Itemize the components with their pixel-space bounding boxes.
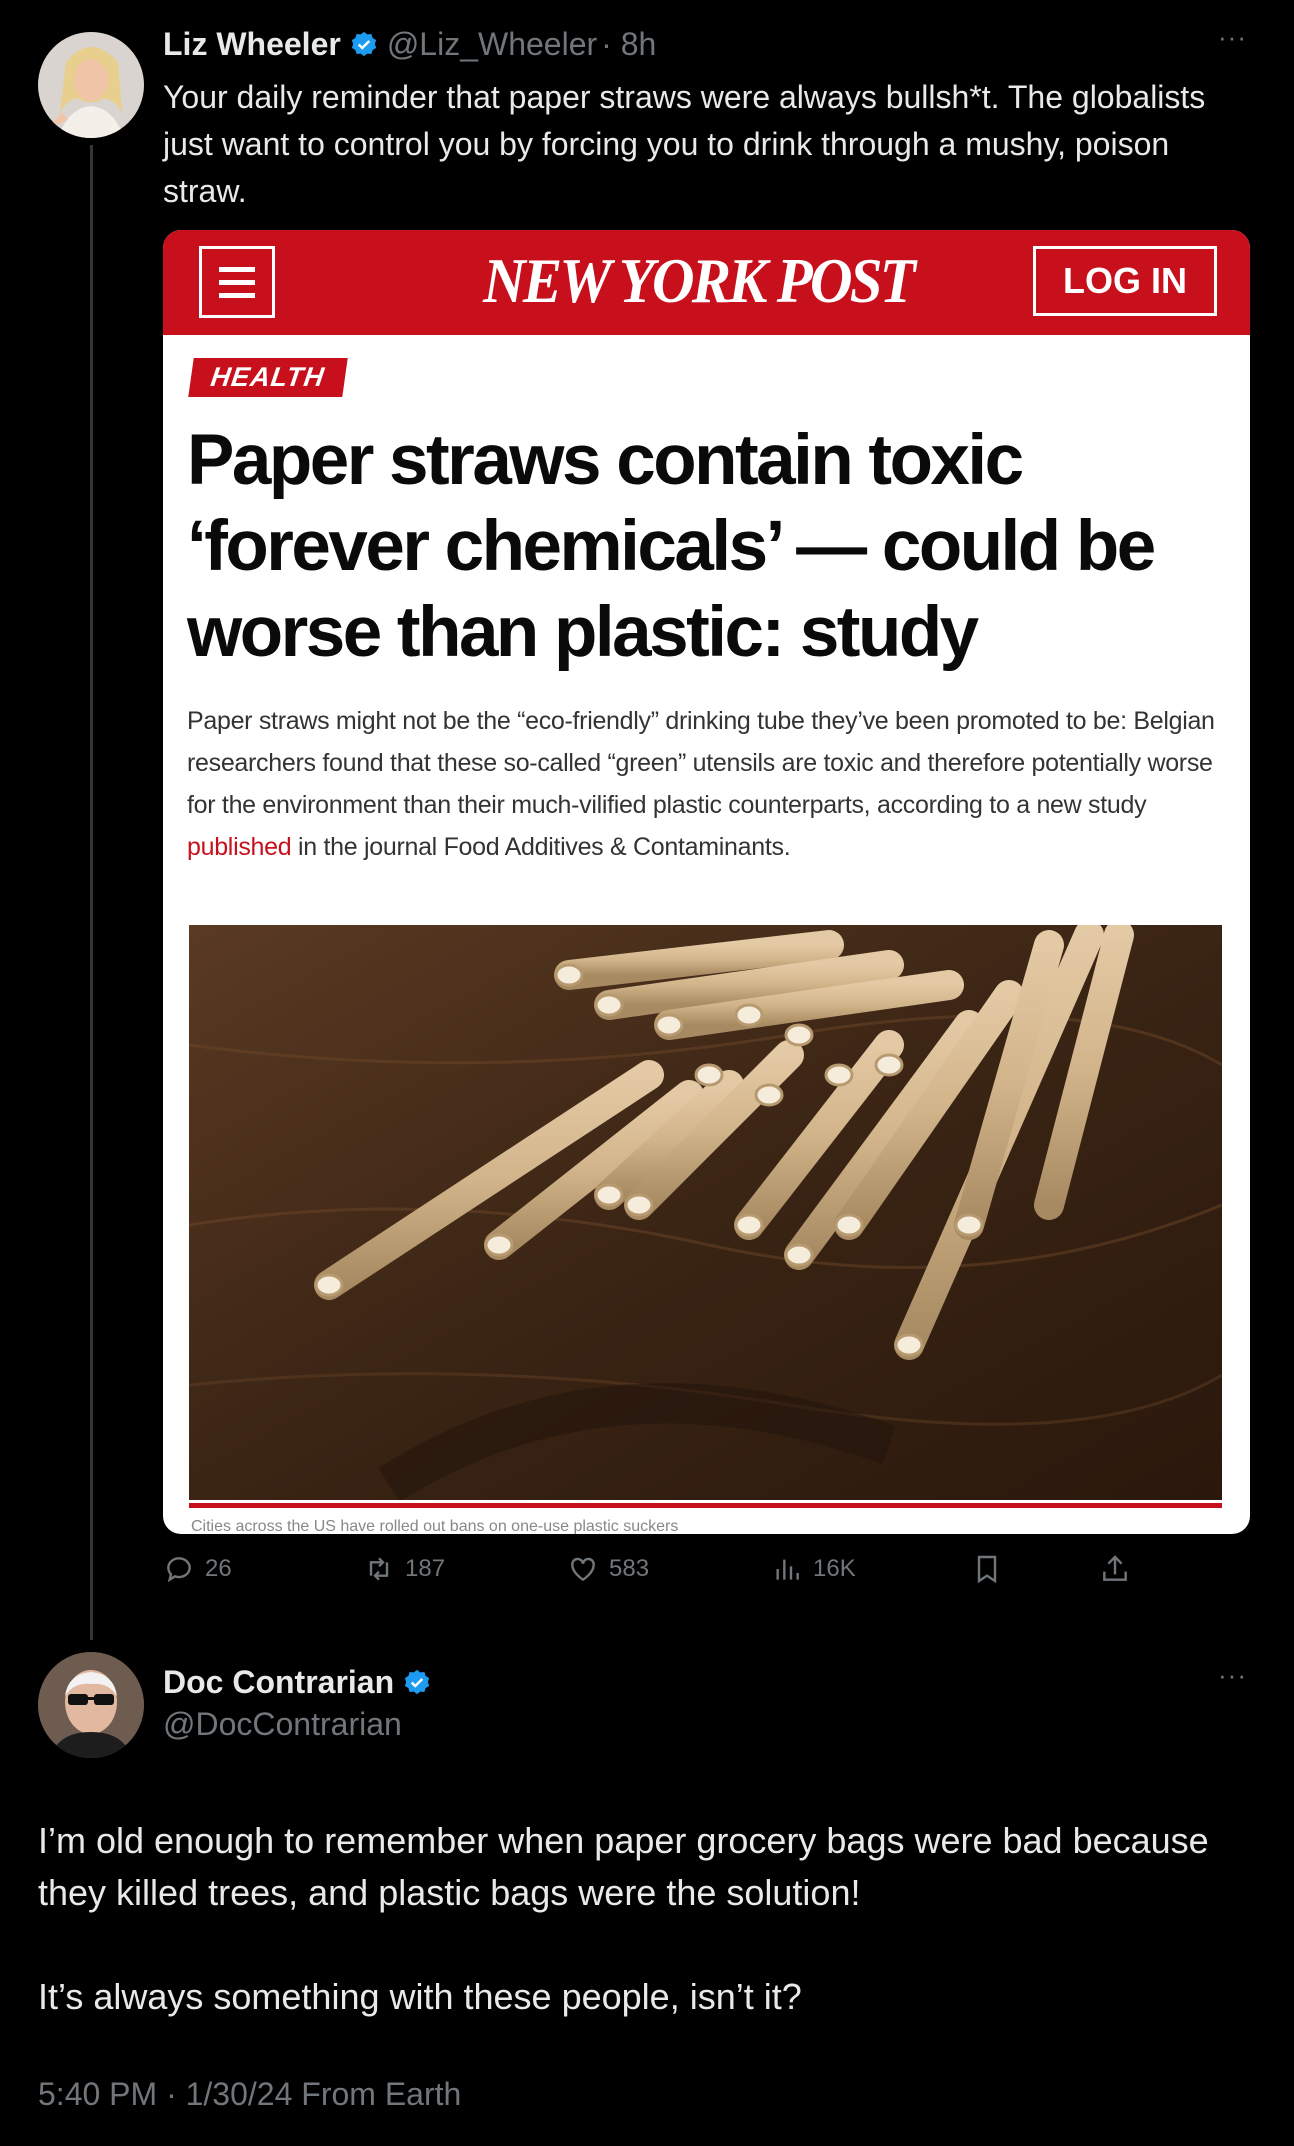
- tweet-header-doc: Doc Contrarian: [163, 1664, 440, 1701]
- tweet-header: Liz Wheeler @Liz_Wheeler · 8h: [163, 26, 656, 63]
- author-name[interactable]: Liz Wheeler: [163, 26, 341, 63]
- nyp-header-bar: NEW YORK POST LOG IN: [163, 230, 1250, 335]
- more-options-icon[interactable]: ···: [1218, 22, 1247, 53]
- photo-caption: Cities across the US have rolled out ban…: [191, 1518, 679, 1534]
- views-button[interactable]: 16K: [771, 1553, 856, 1585]
- share-icon: [1103, 1555, 1127, 1581]
- tweet-actions-bar: 26 187 583 16K: [163, 1553, 1163, 1593]
- like-button[interactable]: 583: [567, 1553, 649, 1585]
- retweet-icon: [369, 1557, 389, 1581]
- author-handle[interactable]: @Liz_Wheeler: [387, 26, 597, 63]
- author-name[interactable]: Doc Contrarian: [163, 1664, 394, 1701]
- bookmark-icon: [977, 1555, 997, 1584]
- reply-button[interactable]: 26: [163, 1553, 232, 1585]
- tweet-text: Your daily reminder that paper straws we…: [163, 79, 1206, 209]
- published-link: published: [187, 833, 292, 861]
- tweet-text-doc: I’m old enough to remember when paper gr…: [38, 1815, 1238, 2023]
- article-headline: Paper straws contain toxic ‘forever chem…: [187, 421, 1156, 672]
- section-tag: HEALTH: [188, 358, 348, 397]
- reply-icon: [167, 1557, 191, 1583]
- paper-straws-photo: [189, 925, 1222, 1500]
- author-handle[interactable]: @DocContrarian: [163, 1706, 402, 1743]
- heart-icon: [571, 1557, 595, 1582]
- thread-connector-line: [90, 145, 93, 1640]
- post-time[interactable]: · 8h: [601, 26, 656, 63]
- reply-count: 26: [205, 1555, 232, 1582]
- avatar-doc-contrarian[interactable]: [38, 1652, 144, 1758]
- tweet-paragraph: It’s always something with these people,…: [38, 1976, 802, 2017]
- views-count: 16K: [813, 1555, 856, 1582]
- avatar-liz-wheeler[interactable]: [38, 32, 144, 138]
- verified-badge-icon: [405, 1669, 430, 1694]
- tweet-paragraph: I’m old enough to remember when paper gr…: [38, 1820, 1209, 1913]
- retweet-count: 187: [405, 1555, 446, 1582]
- like-count: 583: [609, 1555, 650, 1582]
- photo-divider: [189, 1503, 1222, 1508]
- article-summary: Paper straws might not be the “eco-frien…: [187, 707, 1215, 861]
- share-button[interactable]: [1099, 1553, 1131, 1585]
- more-options-icon[interactable]: ···: [1218, 1660, 1247, 1691]
- nyp-logo: NEW YORK POST: [483, 245, 916, 316]
- verified-badge-icon: [351, 31, 376, 56]
- post-timestamp[interactable]: 5:40 PM · 1/30/24 From Earth: [38, 2076, 461, 2113]
- views-chart-icon: [776, 1559, 799, 1580]
- embedded-article-image[interactable]: NEW YORK POST LOG IN HEALTH Paper straws…: [163, 230, 1250, 1534]
- login-button: LOG IN: [1033, 246, 1217, 316]
- retweet-button[interactable]: 187: [363, 1553, 445, 1585]
- hamburger-menu-icon: [199, 246, 275, 318]
- bookmark-button[interactable]: [971, 1553, 1003, 1585]
